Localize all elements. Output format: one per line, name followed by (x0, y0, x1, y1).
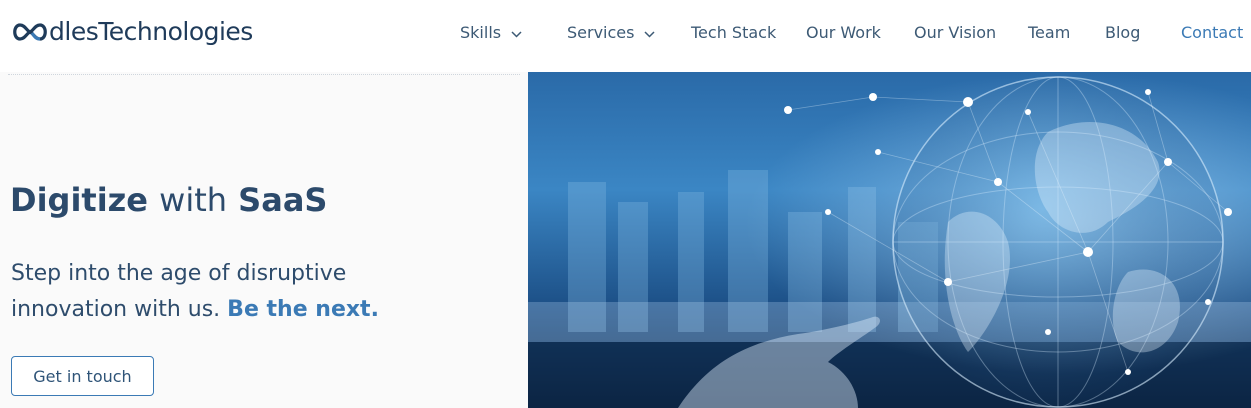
globe-network-illustration (528, 72, 1251, 408)
nav-blog[interactable]: Blog (1105, 20, 1140, 46)
nav-team-label: Team (1028, 23, 1071, 42)
nav-skills[interactable]: Skills (460, 20, 522, 46)
subtitle-line-1: Step into the age of disruptive (11, 261, 347, 286)
subtitle-line-2: innovation with us. (11, 297, 221, 322)
nav-tech-stack[interactable]: Tech Stack (691, 20, 776, 46)
headline-word-with: with (159, 181, 228, 219)
nav-skills-label: Skills (460, 23, 502, 42)
subtitle-accent: Be the next. (227, 297, 379, 322)
nav-tech-stack-label: Tech Stack (691, 23, 777, 42)
nav-our-vision[interactable]: Our Vision (914, 20, 996, 46)
nav-blog-label: Blog (1105, 23, 1141, 42)
main-nav: Skills Services Tech Stack Our Work Our … (0, 20, 1251, 46)
hero-subtitle: Step into the age of disruptive innovati… (11, 256, 491, 328)
nav-our-work[interactable]: Our Work (806, 20, 881, 46)
nav-our-vision-label: Our Vision (914, 23, 997, 42)
hero-text-panel: Digitize with SaaS Step into the age of … (0, 72, 528, 408)
nav-team[interactable]: Team (1028, 20, 1070, 46)
hero-headline: Digitize with SaaS (10, 180, 327, 220)
nav-our-work-label: Our Work (806, 23, 881, 42)
nav-contact-label: Contact (1181, 23, 1244, 42)
headline-word-saas: SaaS (238, 181, 328, 219)
chevron-down-icon (511, 31, 522, 38)
headline-word-digitize: Digitize (10, 181, 148, 219)
nav-services[interactable]: Services (567, 20, 655, 46)
site-header: dlesTechnologies Skills Services Tech St… (0, 0, 1251, 72)
get-in-touch-button[interactable]: Get in touch (11, 356, 154, 396)
divider (8, 74, 520, 75)
chevron-down-icon (644, 31, 655, 38)
hero-image (528, 72, 1251, 408)
nav-contact[interactable]: Contact (1181, 20, 1243, 46)
nav-services-label: Services (567, 23, 635, 42)
